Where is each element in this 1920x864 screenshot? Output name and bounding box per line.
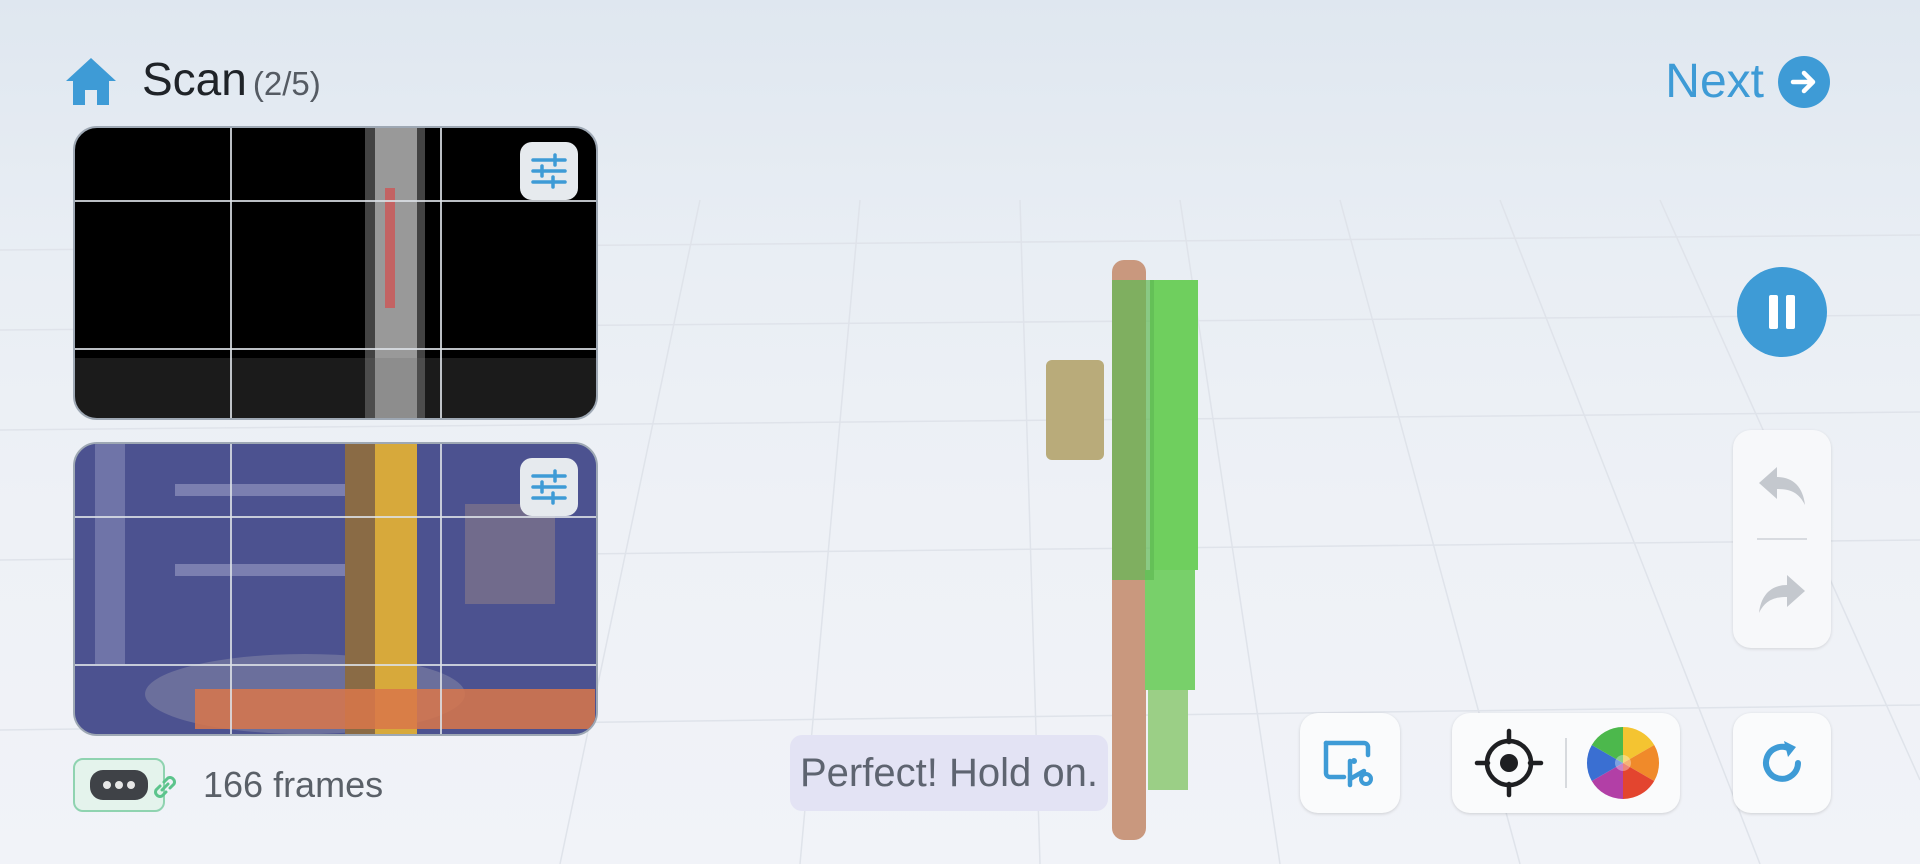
divider xyxy=(1565,738,1567,788)
frame-count: 166 frames xyxy=(203,764,384,805)
depth-preview-panel xyxy=(73,126,598,420)
undo-icon xyxy=(1759,467,1805,505)
undo-redo-panel xyxy=(1733,430,1831,648)
title-text: Scan xyxy=(142,53,247,105)
sliders-icon xyxy=(531,153,567,189)
redo-button[interactable] xyxy=(1733,558,1831,628)
arrow-right-icon xyxy=(1778,55,1830,108)
link-icon xyxy=(154,776,176,798)
target-icon xyxy=(1474,728,1544,798)
view-tools-panel xyxy=(1452,713,1680,813)
grid-line xyxy=(440,444,442,734)
pause-button[interactable] xyxy=(1737,267,1827,357)
grid-line xyxy=(440,128,442,418)
next-button[interactable]: Next xyxy=(1665,54,1830,109)
grid-line xyxy=(230,444,232,734)
center-target-button[interactable] xyxy=(1469,723,1549,803)
grid-line xyxy=(75,516,596,518)
pause-icon xyxy=(1769,295,1795,329)
divider xyxy=(1757,538,1807,540)
undo-button[interactable] xyxy=(1733,450,1831,520)
grid-line xyxy=(75,200,596,202)
refresh-icon xyxy=(1763,741,1801,782)
scanner-device-icon xyxy=(90,770,148,800)
grid-line xyxy=(75,348,596,350)
crop-icon xyxy=(1323,740,1373,788)
status-toast: Perfect! Hold on. xyxy=(790,735,1108,811)
reset-view-button[interactable] xyxy=(1733,713,1831,813)
depth-settings-button[interactable] xyxy=(520,142,578,200)
color-wheel-icon xyxy=(1586,727,1660,799)
crop-region-button[interactable] xyxy=(1300,713,1400,813)
grid-line xyxy=(230,128,232,418)
grid-line xyxy=(75,664,596,666)
page-title: Scan (2/5) xyxy=(142,52,321,106)
color-settings-button[interactable] xyxy=(520,458,578,516)
next-label: Next xyxy=(1665,55,1764,108)
home-icon xyxy=(66,58,116,105)
sliders-icon xyxy=(531,469,567,505)
home-button[interactable] xyxy=(62,54,120,108)
redo-icon xyxy=(1759,575,1805,613)
texture-color-button[interactable] xyxy=(1583,723,1663,803)
color-preview-panel xyxy=(73,442,598,736)
scan-progress: (2/5) xyxy=(252,65,321,102)
status-message: Perfect! Hold on. xyxy=(800,750,1098,795)
